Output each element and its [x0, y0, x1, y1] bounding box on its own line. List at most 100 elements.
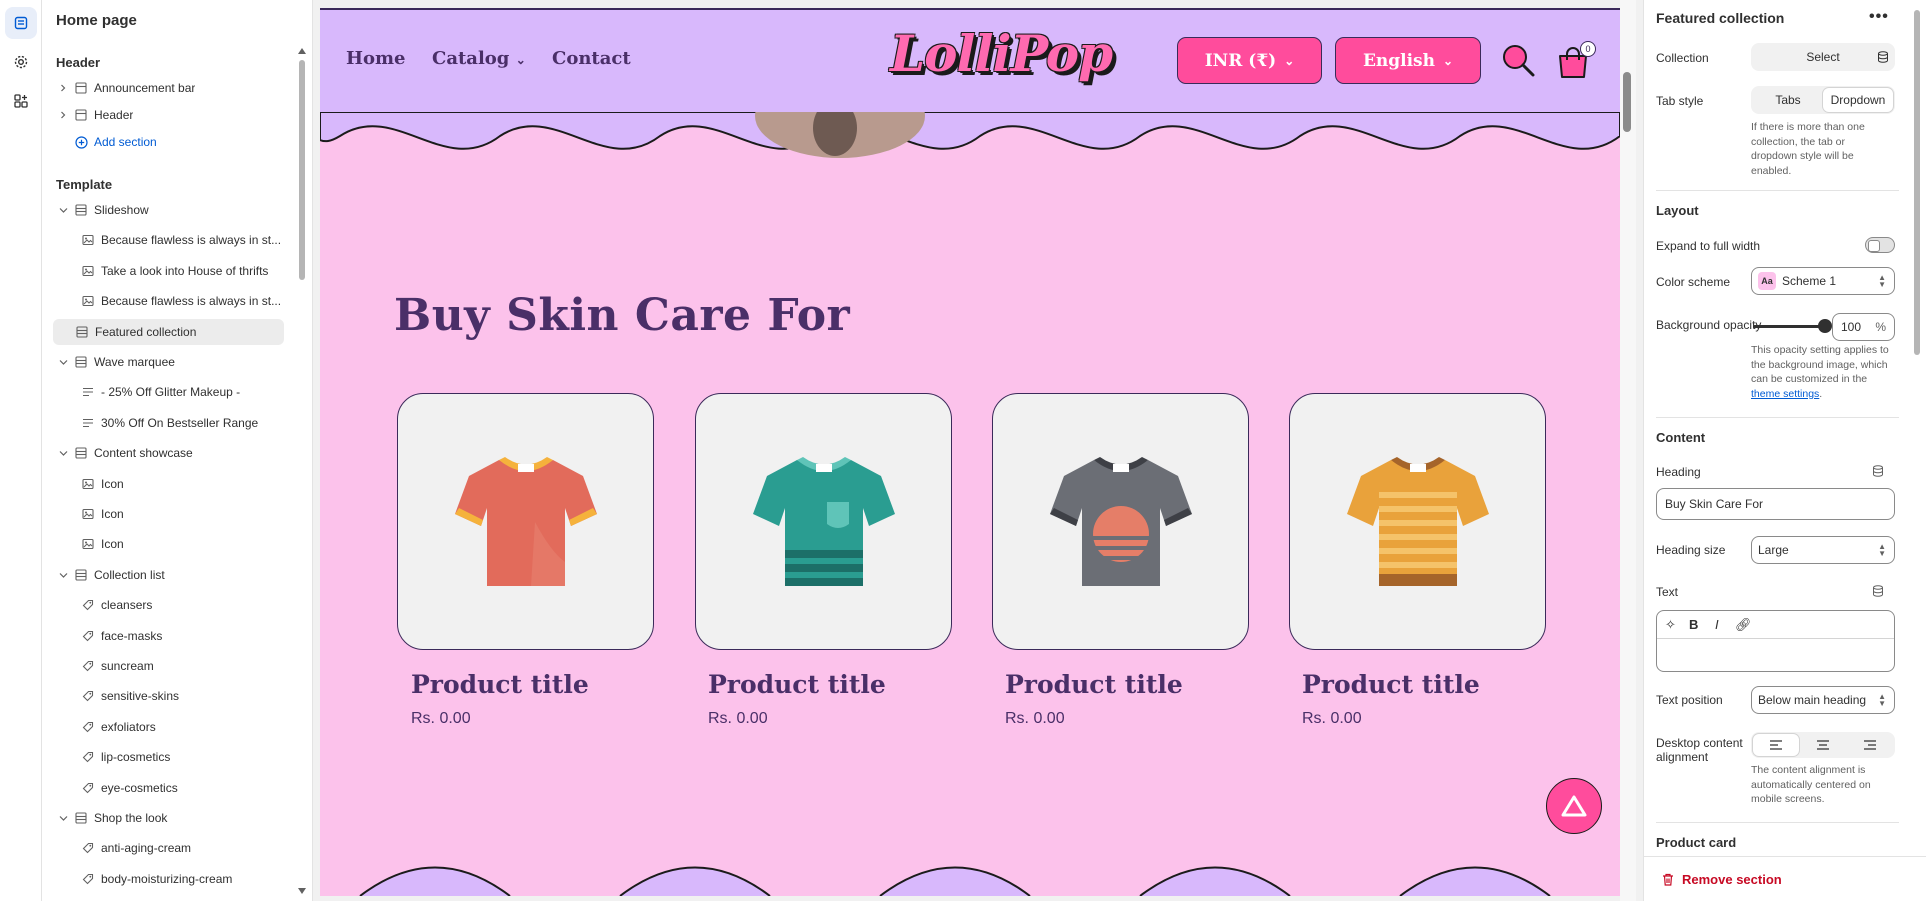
- sidebar-section-item[interactable]: Wave marquee: [52, 349, 312, 375]
- color-scheme-select[interactable]: Aa Scheme 1 ▲ ▼: [1751, 267, 1895, 295]
- add-section-button[interactable]: Add section: [52, 129, 312, 155]
- sidebar-block-item[interactable]: exfoliators: [52, 714, 312, 740]
- sidebar-block-item[interactable]: cleansers: [52, 592, 312, 618]
- product-card-image[interactable]: [992, 393, 1249, 650]
- nav-contact[interactable]: Contact: [552, 48, 631, 69]
- scroll-up-icon[interactable]: [298, 48, 306, 54]
- text-position-select[interactable]: Below main heading ▲ ▼: [1751, 686, 1895, 714]
- sidebar-block-item[interactable]: body-moisturizing-cream: [52, 866, 312, 892]
- sidebar-scrollbar[interactable]: [299, 60, 305, 280]
- settings-gear-icon[interactable]: [5, 46, 37, 78]
- sidebar-section-item[interactable]: Slideshow: [52, 197, 312, 223]
- sidebar-block-item[interactable]: Because flawless is always in st...: [52, 227, 312, 253]
- preview-scroll-thumb[interactable]: [1623, 72, 1631, 132]
- product-title[interactable]: Product title: [411, 670, 589, 699]
- scroll-down-icon[interactable]: [298, 888, 306, 894]
- product-title[interactable]: Product title: [1005, 670, 1183, 699]
- chevron-down-icon[interactable]: [58, 448, 68, 458]
- tab-style-toggle[interactable]: Tabs Dropdown: [1751, 86, 1895, 114]
- sidebar-block-item[interactable]: Icon: [52, 501, 312, 527]
- storefront-preview: Home Catalog ⌄ Contact LolliPop INR (₹) ⌄…: [320, 8, 1620, 896]
- full-width-toggle[interactable]: [1865, 237, 1895, 253]
- chevron-down-icon[interactable]: [58, 813, 68, 823]
- alignment-toggle[interactable]: [1751, 732, 1895, 758]
- currency-selector[interactable]: INR (₹) ⌄: [1177, 37, 1322, 84]
- align-center-icon[interactable]: [1800, 734, 1846, 756]
- chevron-down-icon[interactable]: [58, 357, 68, 367]
- link-icon[interactable]: 🔗︎: [1735, 617, 1752, 633]
- sidebar-block-item[interactable]: 30% Off On Bestseller Range: [52, 410, 312, 436]
- chevron-down-icon: ⌄: [1284, 53, 1295, 68]
- gray-tshirt-icon: [1049, 456, 1192, 586]
- chevron-down-icon[interactable]: [58, 570, 68, 580]
- sidebar-block-item[interactable]: anti-aging-cream: [52, 835, 312, 861]
- heading-size-value: Large: [1758, 543, 1789, 557]
- more-actions-icon[interactable]: •••: [1869, 8, 1889, 26]
- back-to-top-button[interactable]: [1546, 778, 1602, 834]
- tab-style-help: If there is more than one collection, th…: [1751, 121, 1865, 177]
- hero-wave-divider: [320, 112, 1620, 158]
- full-width-label: Expand to full width: [1656, 239, 1761, 253]
- sidebar-block-item[interactable]: Icon: [52, 471, 312, 497]
- tab-style-dropdown[interactable]: Dropdown: [1823, 88, 1893, 112]
- chevron-right-icon[interactable]: [58, 83, 68, 93]
- nav-catalog[interactable]: Catalog ⌄: [432, 48, 526, 69]
- heading-size-select[interactable]: Large ▲ ▼: [1751, 536, 1895, 564]
- sidebar-block-item[interactable]: Because flawless is always in st...: [52, 288, 312, 314]
- align-right-icon[interactable]: [1847, 734, 1893, 756]
- product-card-image[interactable]: [397, 393, 654, 650]
- sidebar-section-item[interactable]: Featured collection: [53, 319, 284, 345]
- sidebar-block-item[interactable]: lip-cosmetics: [52, 744, 312, 770]
- preview-scrollbar[interactable]: [1620, 0, 1636, 901]
- rich-text-editor[interactable]: ✧ B I 🔗︎: [1656, 610, 1895, 672]
- product-price: Rs. 0.00: [708, 710, 768, 727]
- sidebar-block-item[interactable]: body-exfoliation: [52, 896, 312, 901]
- align-left-icon[interactable]: [1753, 734, 1799, 756]
- sidebar-item-label: lip-cosmetics: [101, 750, 171, 764]
- bold-icon[interactable]: B: [1689, 617, 1698, 632]
- nav-home[interactable]: Home: [346, 48, 406, 69]
- dynamic-source-icon[interactable]: [1872, 465, 1884, 477]
- magic-icon[interactable]: ✧: [1665, 617, 1676, 633]
- sidebar-block-item[interactable]: Take a look into House of thrifts: [52, 258, 312, 284]
- sidebar-item-announcement-bar[interactable]: Announcement bar: [52, 75, 312, 101]
- chevron-right-icon[interactable]: [58, 110, 68, 120]
- product-card-image[interactable]: [695, 393, 952, 650]
- product-price: Rs. 0.00: [1302, 710, 1362, 727]
- image-block-icon: [81, 477, 95, 491]
- remove-section-button[interactable]: Remove section: [1662, 872, 1782, 887]
- heading-input[interactable]: Buy Skin Care For: [1656, 488, 1895, 520]
- sidebar-section-item[interactable]: Shop the look: [52, 805, 312, 831]
- sidebar-section-item[interactable]: Content showcase: [52, 440, 312, 466]
- sidebar-block-item[interactable]: face-masks: [52, 623, 312, 649]
- search-icon[interactable]: [1500, 42, 1536, 78]
- italic-icon[interactable]: I: [1715, 617, 1719, 632]
- image-block-icon: [81, 233, 95, 247]
- sidebar-block-item[interactable]: sensitive-skins: [52, 683, 312, 709]
- store-logo[interactable]: LolliPop: [890, 24, 1113, 83]
- dynamic-source-icon[interactable]: [1872, 585, 1884, 597]
- language-selector[interactable]: English ⌄: [1335, 37, 1481, 84]
- apps-icon[interactable]: [5, 85, 37, 117]
- sidebar-section-item[interactable]: Collection list: [52, 562, 312, 588]
- tab-style-tabs[interactable]: Tabs: [1753, 88, 1823, 112]
- theme-settings-link[interactable]: theme settings: [1751, 388, 1819, 400]
- settings-scrollbar[interactable]: [1914, 10, 1920, 355]
- product-title[interactable]: Product title: [708, 670, 886, 699]
- section-icon: [75, 325, 89, 339]
- sections-icon[interactable]: [5, 7, 37, 39]
- product-card-image[interactable]: [1289, 393, 1546, 650]
- sidebar-item-header[interactable]: Header: [52, 102, 312, 128]
- sidebar-block-item[interactable]: suncream: [52, 653, 312, 679]
- opacity-number-input[interactable]: 100%: [1832, 313, 1895, 341]
- opacity-slider-track[interactable]: [1753, 325, 1825, 328]
- collection-select-button[interactable]: Select: [1751, 43, 1895, 71]
- sidebar-block-item[interactable]: eye-cosmetics: [52, 775, 312, 801]
- sidebar-block-item[interactable]: Icon: [52, 531, 312, 557]
- product-title[interactable]: Product title: [1302, 670, 1480, 699]
- opacity-slider-handle[interactable]: [1818, 319, 1832, 333]
- settings-panel: Featured collection ••• Collection Selec…: [1643, 0, 1926, 901]
- chevron-down-icon[interactable]: [58, 205, 68, 215]
- sidebar-block-item[interactable]: - 25% Off Glitter Makeup -: [52, 379, 312, 405]
- sidebar-item-label: anti-aging-cream: [101, 841, 192, 855]
